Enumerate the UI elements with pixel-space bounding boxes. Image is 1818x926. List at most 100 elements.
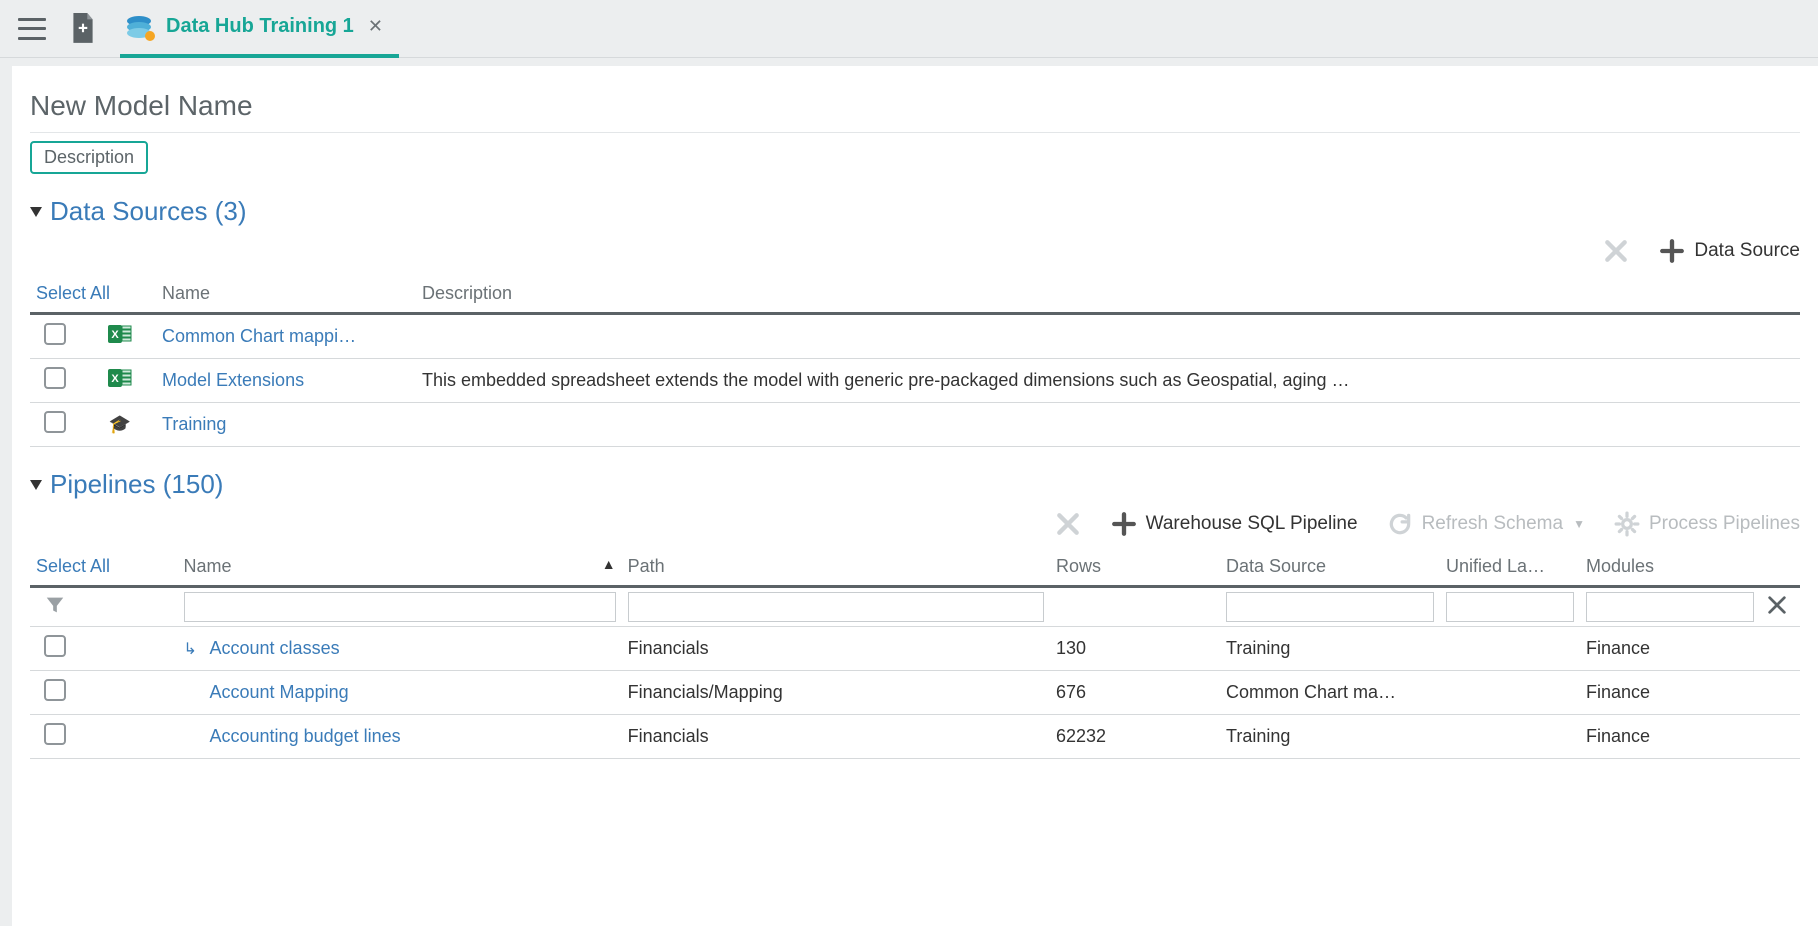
pipeline-modules: Finance xyxy=(1580,671,1760,715)
data-sources-title: Data Sources (3) xyxy=(50,196,247,227)
menu-icon[interactable] xyxy=(18,18,46,40)
data-source-name-link[interactable]: Training xyxy=(162,414,226,434)
pipeline-layer xyxy=(1440,715,1580,759)
data-source-name-link[interactable]: Model Extensions xyxy=(162,370,304,390)
column-header-path[interactable]: Path xyxy=(622,548,1050,587)
new-document-icon[interactable] xyxy=(70,13,96,45)
refresh-icon xyxy=(1386,510,1414,538)
pipelines-header[interactable]: Pipelines (150) xyxy=(30,469,1800,500)
filter-data-source-input[interactable] xyxy=(1226,592,1434,622)
process-pipelines-label: Process Pipelines xyxy=(1649,513,1800,535)
pipeline-data-source: Common Chart ma… xyxy=(1220,671,1440,715)
filter-modules-input[interactable] xyxy=(1586,592,1754,622)
column-header-data-source[interactable]: Data Source xyxy=(1220,548,1440,587)
gear-icon xyxy=(1613,510,1641,538)
pipeline-path: Financials xyxy=(622,627,1050,671)
column-header-modules[interactable]: Modules xyxy=(1580,548,1760,587)
pipelines-section: Pipelines (150) Warehouse SQL Pipeline R… xyxy=(30,469,1800,759)
data-source-description xyxy=(416,314,1800,359)
hierarchy-icon[interactable]: ↳ xyxy=(184,639,202,659)
tab-title: Data Hub Training 1 xyxy=(166,15,354,38)
excel-icon: X xyxy=(106,323,134,345)
delete-data-source-button xyxy=(1602,237,1630,265)
data-source-row: X Model Extensions This embedded spreads… xyxy=(30,359,1800,403)
row-checkbox[interactable] xyxy=(44,723,66,745)
add-pipeline-label: Warehouse SQL Pipeline xyxy=(1146,513,1358,535)
data-sources-header[interactable]: Data Sources (3) xyxy=(30,196,1800,227)
pipeline-data-source: Training xyxy=(1220,715,1440,759)
data-sources-table: Select All Name Description X Common Cha… xyxy=(30,275,1800,447)
pipeline-modules: Finance xyxy=(1580,715,1760,759)
page-body: New Model Name Description Data Sources … xyxy=(12,66,1818,926)
pipeline-path: Financials xyxy=(622,715,1050,759)
data-source-row: 🎓 Training xyxy=(30,403,1800,447)
select-all-header[interactable]: Select All xyxy=(30,275,156,314)
pipeline-modules: Finance xyxy=(1580,627,1760,671)
pipelines-toolbar: Warehouse SQL Pipeline Refresh Schema ▼ … xyxy=(30,500,1800,544)
filter-icon xyxy=(44,594,66,616)
pipeline-name-link[interactable]: Accounting budget lines xyxy=(210,726,401,747)
data-source-row: X Common Chart mappi… xyxy=(30,314,1800,359)
data-hub-icon xyxy=(124,13,156,41)
column-header-description[interactable]: Description xyxy=(416,275,1800,314)
data-source-name-link[interactable]: Common Chart mappi… xyxy=(162,326,356,346)
column-header-name[interactable]: Name▲ xyxy=(178,548,622,587)
filter-path-input[interactable] xyxy=(628,592,1044,622)
column-header-rows[interactable]: Rows xyxy=(1050,548,1220,587)
model-name-input[interactable]: New Model Name xyxy=(30,84,1800,133)
row-checkbox[interactable] xyxy=(44,323,66,345)
add-data-source-button[interactable]: Data Source xyxy=(1658,237,1800,265)
pipeline-name-link[interactable]: Account classes xyxy=(210,638,340,659)
column-header-name[interactable]: Name xyxy=(156,275,416,314)
pipeline-layer xyxy=(1440,671,1580,715)
chevron-down-icon: ▼ xyxy=(1573,517,1585,531)
close-icon[interactable]: ✕ xyxy=(364,12,387,41)
svg-text:X: X xyxy=(111,329,119,341)
top-bar: Data Hub Training 1 ✕ xyxy=(0,0,1818,58)
filter-name-input[interactable] xyxy=(184,592,616,622)
sort-asc-icon: ▲ xyxy=(602,556,616,572)
pipeline-name-link[interactable]: Account Mapping xyxy=(210,682,349,703)
data-source-description xyxy=(416,403,1800,447)
pipeline-rows: 130 xyxy=(1050,627,1220,671)
delete-icon xyxy=(1602,237,1630,265)
excel-icon: X xyxy=(106,367,134,389)
data-source-description: This embedded spreadsheet extends the mo… xyxy=(416,359,1800,403)
data-sources-toolbar: Data Source xyxy=(30,227,1800,271)
collapse-caret-icon xyxy=(30,207,42,217)
filter-layer-input[interactable] xyxy=(1446,592,1574,622)
delete-icon xyxy=(1054,510,1082,538)
data-sources-section: Data Sources (3) Data Source Select All … xyxy=(30,196,1800,447)
add-data-source-label: Data Source xyxy=(1694,240,1800,262)
pipeline-row: ↳ Account classes Financials 130 Training… xyxy=(30,627,1800,671)
plus-icon xyxy=(1110,510,1138,538)
pipeline-rows: 676 xyxy=(1050,671,1220,715)
filter-row xyxy=(30,587,1800,627)
plus-icon xyxy=(1658,237,1686,265)
pipelines-table: Select All Name▲ Path Rows Data Source U… xyxy=(30,548,1800,759)
active-tab[interactable]: Data Hub Training 1 ✕ xyxy=(120,0,399,58)
pipeline-row: Accounting budget lines Financials 62232… xyxy=(30,715,1800,759)
collapse-caret-icon xyxy=(30,480,42,490)
row-checkbox[interactable] xyxy=(44,635,66,657)
pipelines-title: Pipelines (150) xyxy=(50,469,223,500)
description-button[interactable]: Description xyxy=(30,141,148,174)
clear-filter-icon[interactable] xyxy=(1766,594,1788,616)
column-header-unified-layer[interactable]: Unified La… xyxy=(1440,548,1580,587)
pipeline-row: Account Mapping Financials/Mapping 676 C… xyxy=(30,671,1800,715)
pipeline-layer xyxy=(1440,627,1580,671)
row-checkbox[interactable] xyxy=(44,679,66,701)
svg-text:X: X xyxy=(111,373,119,385)
graduation-cap-icon: 🎓 xyxy=(106,414,134,435)
select-all-header[interactable]: Select All xyxy=(30,548,178,587)
row-checkbox[interactable] xyxy=(44,411,66,433)
add-pipeline-button[interactable]: Warehouse SQL Pipeline xyxy=(1110,510,1358,538)
pipeline-path: Financials/Mapping xyxy=(622,671,1050,715)
pipeline-rows: 62232 xyxy=(1050,715,1220,759)
refresh-schema-label: Refresh Schema xyxy=(1422,513,1564,535)
row-checkbox[interactable] xyxy=(44,367,66,389)
refresh-schema-button: Refresh Schema ▼ xyxy=(1386,510,1585,538)
process-pipelines-button: Process Pipelines xyxy=(1613,510,1800,538)
pipeline-data-source: Training xyxy=(1220,627,1440,671)
delete-pipeline-button xyxy=(1054,510,1082,538)
